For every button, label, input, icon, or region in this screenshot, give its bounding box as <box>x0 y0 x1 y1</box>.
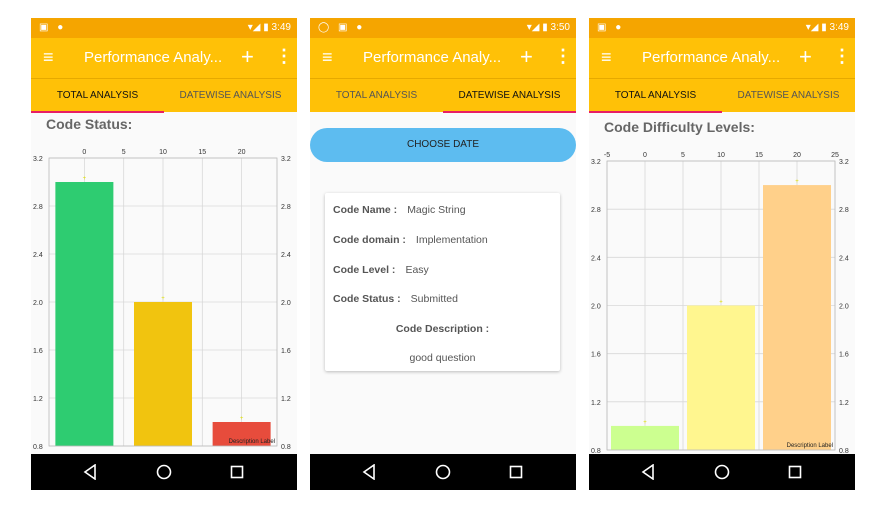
home-icon[interactable] <box>714 464 730 480</box>
code-name-label: Code Name : <box>333 204 398 216</box>
y-tick-label-left: 2.0 <box>33 300 43 307</box>
y-tick-label-left: 2.4 <box>591 255 601 262</box>
phone-screen-difficulty-levels: ▣ ● ▾◢ ▮ 3:49 ≡ Performance Analy... + ⋮… <box>589 18 855 490</box>
code-description-label: Code Description : <box>395 323 490 335</box>
y-tick-label-left: 2.0 <box>591 304 601 311</box>
y-tick-label-right: 2.4 <box>281 252 291 259</box>
code-description-value: good question <box>409 352 476 364</box>
y-tick-label-right: 2.0 <box>281 300 291 307</box>
add-icon[interactable]: + <box>520 44 533 70</box>
y-tick-label-left: 1.6 <box>591 352 601 359</box>
choose-date-button[interactable]: CHOOSE DATE <box>310 128 576 162</box>
y-tick-label-left: 0.8 <box>33 444 43 451</box>
y-tick-label-left: 1.2 <box>591 400 601 407</box>
y-tick-label-left: 1.2 <box>33 396 43 403</box>
clock: ▾◢ ▮ 3:50 <box>526 22 570 33</box>
tab-bar: TOTAL ANALYSIS DATEWISE ANALYSIS <box>310 78 576 113</box>
y-tick-label-right: 2.4 <box>839 255 849 262</box>
y-tick-label-left: 1.6 <box>33 348 43 355</box>
bar-value-marker: + <box>161 296 165 302</box>
android-nav-bar <box>310 454 576 490</box>
recents-icon[interactable] <box>788 464 802 480</box>
x-tick-label: 25 <box>831 152 839 159</box>
y-tick-label-right: 0.8 <box>281 444 291 451</box>
tab-datewise-analysis[interactable]: DATEWISE ANALYSIS <box>443 79 576 113</box>
code-domain-row: Code domain : Implementation <box>333 234 488 246</box>
code-level-value: Easy <box>405 264 429 276</box>
x-tick-label: 15 <box>198 149 206 156</box>
bar-value-marker: + <box>719 300 723 306</box>
chart-description-label: Description Label <box>787 443 833 449</box>
tab-total-analysis[interactable]: TOTAL ANALYSIS <box>310 79 443 113</box>
code-status-value: Submitted <box>410 293 458 305</box>
x-tick-label: 10 <box>717 152 725 159</box>
x-tick-label: 5 <box>681 152 685 159</box>
code-difficulty-chart-svg: 3.2 3.22.8 2.82.4 2.42.0 2.01.6 1.61.2 1.20.8 0… <box>591 152 849 454</box>
y-tick-label-right: 2.8 <box>839 207 849 214</box>
y-tick-label-left: 2.8 <box>591 207 601 214</box>
y-tick-label-right: 2.8 <box>281 204 291 211</box>
bar-value-marker: + <box>83 176 87 182</box>
code-details-card: Code Name : Magic String Code domain : Imp… <box>325 193 560 371</box>
y-tick-label-right: 1.2 <box>839 400 849 407</box>
chart-bar <box>55 182 114 446</box>
x-tick-label: 0 <box>643 152 647 159</box>
y-tick-label-right: 3.2 <box>839 159 849 166</box>
notification-icons: ◯ ▣ ● <box>318 22 366 33</box>
code-name-row: Code Name : Magic String <box>333 204 466 216</box>
bar-value-marker: + <box>795 179 799 185</box>
y-tick-label-right: 1.6 <box>839 352 849 359</box>
x-tick-label: 20 <box>793 152 801 159</box>
x-tick-label: 20 <box>238 149 246 156</box>
home-icon[interactable] <box>156 464 172 480</box>
x-tick-label: 0 <box>82 149 86 156</box>
overflow-menu-icon[interactable]: ⋮ <box>554 46 572 67</box>
x-tick-label: 15 <box>755 152 763 159</box>
recents-icon[interactable] <box>230 464 244 480</box>
y-tick-label-right: 1.6 <box>281 348 291 355</box>
android-nav-bar <box>589 454 855 490</box>
status-bar: ◯ ▣ ● ▾◢ ▮ 3:50 <box>310 18 576 38</box>
back-icon[interactable] <box>641 464 655 480</box>
y-tick-label-left: 3.2 <box>33 156 43 163</box>
chart-bar <box>611 425 679 450</box>
chart-description-label: Description Label <box>229 439 275 445</box>
app-bar: ≡ Performance Analy... + ⋮ <box>310 38 576 78</box>
x-tick-label: 10 <box>159 149 167 156</box>
app-title: Performance Analy... <box>363 49 502 66</box>
y-tick-label-left: 3.2 <box>591 159 601 166</box>
x-tick-label: -5 <box>604 152 610 159</box>
recents-icon[interactable] <box>509 464 523 480</box>
code-level-row: Code Level : Easy <box>333 264 429 276</box>
home-icon[interactable] <box>435 464 451 480</box>
y-tick-label-left: 2.8 <box>33 204 43 211</box>
chart-bar <box>763 185 831 451</box>
code-status-chart-svg: 3.2 3.2 2.8 2.8 2.4 2.4 2.0 2.0 1.6 1.6 1.2 1.2 0.8 0… <box>33 149 291 451</box>
code-status-row: Code Status : Submitted <box>333 293 458 305</box>
code-name-value: Magic String <box>407 204 466 216</box>
chart-bar <box>687 305 755 450</box>
x-tick-label: 5 <box>122 149 126 156</box>
hamburger-menu-icon[interactable]: ≡ <box>322 48 333 66</box>
android-nav-bar <box>31 454 297 490</box>
phone-screen-total-analysis: ▣ ● ▾◢ ▮ 3:49 ≡ Performance Analy... + ⋮… <box>31 18 297 490</box>
back-icon[interactable] <box>83 464 97 480</box>
y-tick-label-left: 2.4 <box>33 252 43 259</box>
bar-value-marker: + <box>643 420 647 426</box>
y-tick-label-right: 2.0 <box>839 304 849 311</box>
phone-screen-datewise-analysis: ◯ ▣ ● ▾◢ ▮ 3:50 ≡ Performance Analy... +… <box>310 18 576 490</box>
code-domain-value: Implementation <box>415 234 488 246</box>
y-tick-label-right: 3.2 <box>281 156 291 163</box>
code-domain-label: Code domain : <box>333 234 406 246</box>
code-status-label: Code Status : <box>333 293 401 305</box>
back-icon[interactable] <box>362 464 376 480</box>
bar-value-marker: + <box>240 416 244 422</box>
chart-bar <box>134 302 192 446</box>
code-level-label: Code Level : <box>333 264 396 276</box>
y-tick-label-right: 1.2 <box>281 396 291 403</box>
